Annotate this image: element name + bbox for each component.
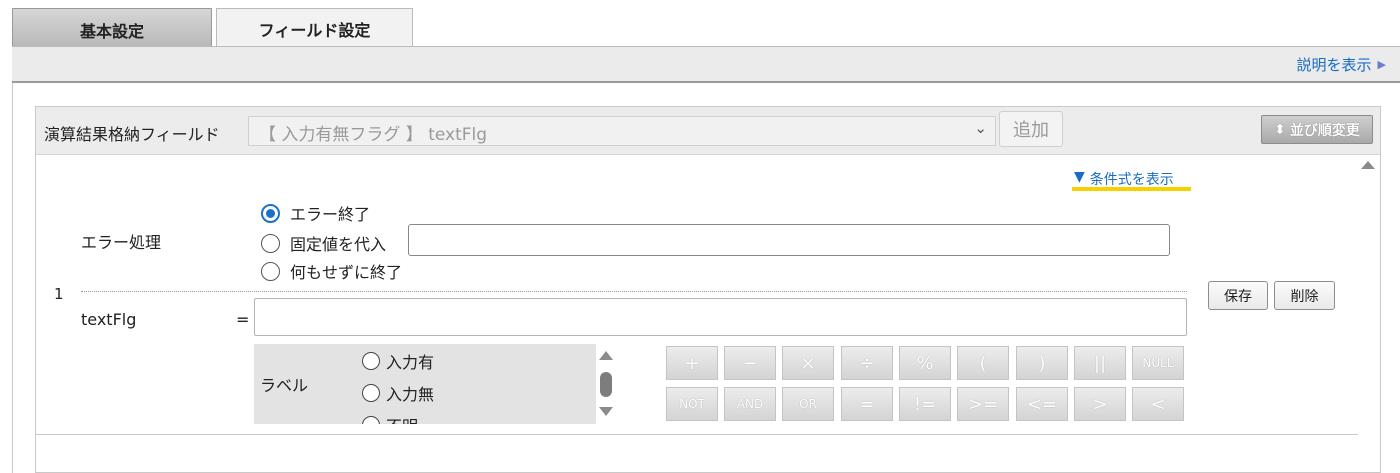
label-option-text: 入力有 xyxy=(386,353,435,372)
tab-bar: 基本設定 フィールド設定 xyxy=(0,0,1400,47)
result-field-value: 【 入力有無フラグ 】 textFlg xyxy=(259,125,488,145)
radio-do-nothing-label: 何もせずに終了 xyxy=(290,263,403,282)
op-concat-button[interactable]: || xyxy=(1074,346,1126,380)
radio-error-exit[interactable]: エラー終了 xyxy=(261,201,370,225)
radio-unchecked-icon[interactable] xyxy=(261,261,280,281)
op-less-button[interactable]: < xyxy=(1132,387,1184,421)
add-button[interactable]: 追加 xyxy=(999,111,1063,147)
radio-assign-fixed-label: 固定値を代入 xyxy=(290,235,387,254)
error-handling-label: エラー処理 xyxy=(81,233,162,252)
triangle-down-icon: ▼ xyxy=(1074,169,1085,185)
panel-header: 演算結果格納フィールド 【 入力有無フラグ 】 textFlg ⌄ 追加 ⬍ 並… xyxy=(36,107,1380,155)
sort-order-button[interactable]: ⬍ 並び順変更 xyxy=(1261,115,1373,144)
sort-updown-icon: ⬍ xyxy=(1274,121,1286,138)
help-link-label[interactable]: 説明を表示 xyxy=(1297,54,1372,75)
highlight-underline xyxy=(1072,187,1191,191)
show-condition-label: 条件式を表示 xyxy=(1089,172,1174,188)
label-option-text: 不明 xyxy=(386,413,418,424)
label-title: ラベル xyxy=(260,376,309,395)
save-button[interactable]: 保存 xyxy=(1208,281,1268,310)
fixed-value-input[interactable] xyxy=(408,224,1170,256)
scroll-down-icon[interactable] xyxy=(599,407,613,416)
op-multiply-button[interactable]: × xyxy=(782,346,834,380)
variable-name: textFlg xyxy=(81,310,137,329)
op-and-button[interactable]: AND xyxy=(724,387,776,421)
op-less-equal-button[interactable]: <= xyxy=(1016,387,1068,421)
op-divide-button[interactable]: ÷ xyxy=(841,346,893,380)
op-not-button[interactable]: NOT xyxy=(666,387,718,421)
label-options-box: ラベル 入力有 入力無 不明 xyxy=(254,344,596,424)
radio-unchecked-icon[interactable] xyxy=(362,352,380,370)
scroll-up-icon[interactable] xyxy=(599,351,613,360)
op-close-paren-button[interactable]: ) xyxy=(1016,346,1068,380)
op-open-paren-button[interactable]: ( xyxy=(957,346,1009,380)
row-bottom-divider xyxy=(36,434,1358,435)
radio-unchecked-icon[interactable] xyxy=(362,416,380,424)
delete-button[interactable]: 削除 xyxy=(1274,281,1335,310)
scrollbar-thumb[interactable] xyxy=(600,372,612,397)
radio-assign-fixed[interactable]: 固定値を代入 xyxy=(261,231,386,255)
expression-input[interactable] xyxy=(254,298,1187,336)
label-option-input-present[interactable]: 入力有 xyxy=(362,349,434,373)
show-condition-link[interactable]: ▼ 条件式を表示 xyxy=(1074,169,1174,189)
op-greater-button[interactable]: > xyxy=(1074,387,1126,421)
op-modulo-button[interactable]: % xyxy=(899,346,951,380)
field-panel: 演算結果格納フィールド 【 入力有無フラグ 】 textFlg ⌄ 追加 ⬍ 並… xyxy=(35,106,1381,473)
triangle-right-icon: ▶ xyxy=(1377,58,1386,71)
op-equal-button[interactable]: = xyxy=(841,387,893,421)
tab-field-settings[interactable]: フィールド設定 xyxy=(216,8,413,47)
radio-unchecked-icon[interactable] xyxy=(261,233,280,253)
op-greater-equal-button[interactable]: >= xyxy=(957,387,1009,421)
op-null-button[interactable]: NULL xyxy=(1132,346,1184,380)
sort-order-label: 並び順変更 xyxy=(1289,122,1360,139)
equals-sign: = xyxy=(236,310,250,329)
row-divider xyxy=(81,291,1187,292)
panel-scrollbar[interactable] xyxy=(1354,157,1380,431)
op-plus-button[interactable]: + xyxy=(666,346,718,380)
result-field-select[interactable]: 【 入力有無フラグ 】 textFlg ⌄ xyxy=(248,116,996,146)
header-bar: 説明を表示 ▶ xyxy=(12,46,1400,83)
op-or-button[interactable]: OR xyxy=(782,387,834,421)
radio-checked-icon[interactable] xyxy=(261,203,280,223)
label-option-unknown[interactable]: 不明 xyxy=(362,413,418,424)
result-field-label: 演算結果格納フィールド xyxy=(44,125,220,144)
label-option-input-absent[interactable]: 入力無 xyxy=(362,381,434,405)
content-border xyxy=(12,83,13,473)
op-minus-button[interactable]: − xyxy=(724,346,776,380)
label-option-text: 入力無 xyxy=(386,385,435,404)
radio-error-exit-label: エラー終了 xyxy=(290,205,371,224)
tab-basic-settings[interactable]: 基本設定 xyxy=(12,8,212,46)
radio-unchecked-icon[interactable] xyxy=(362,384,380,402)
op-not-equal-button[interactable]: != xyxy=(899,387,951,421)
chevron-down-icon: ⌄ xyxy=(974,119,987,137)
row-number: 1 xyxy=(54,285,64,303)
radio-do-nothing[interactable]: 何もせずに終了 xyxy=(261,259,402,283)
scroll-up-icon[interactable] xyxy=(1361,161,1375,169)
show-help-link[interactable]: 説明を表示 ▶ xyxy=(1297,54,1386,75)
